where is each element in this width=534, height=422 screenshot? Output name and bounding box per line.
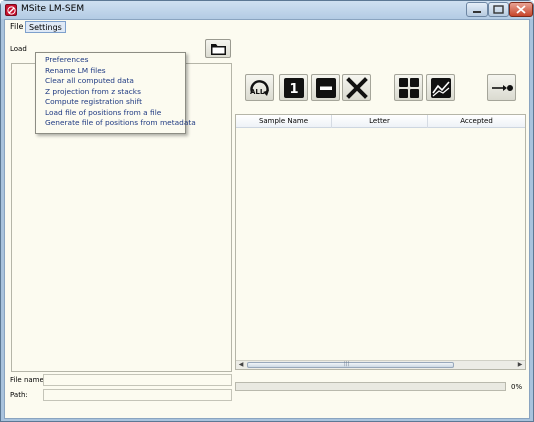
go-to-position-button[interactable]: [487, 74, 516, 101]
progress-bar: [235, 382, 506, 391]
all-icon: ALL: [250, 80, 269, 96]
settings-dropdown-menu: Preferences Rename LM files Clear all co…: [35, 52, 196, 134]
svg-text:1: 1: [289, 82, 298, 97]
scroll-right-icon[interactable]: ▶: [515, 361, 525, 369]
maximize-button[interactable]: [488, 2, 509, 17]
one-icon: 1: [284, 78, 304, 98]
path-field[interactable]: [43, 389, 232, 401]
remove-button[interactable]: [311, 74, 340, 101]
delete-button[interactable]: [342, 74, 371, 101]
file-name-field[interactable]: [43, 374, 232, 386]
grid-view-button[interactable]: [394, 74, 423, 101]
samples-table[interactable]: Sample Name Letter Accepted ◀ ||| ▶: [235, 114, 526, 370]
select-one-button[interactable]: 1: [279, 74, 308, 101]
column-accepted[interactable]: Accepted: [428, 115, 525, 128]
menu-item-clear-computed-data[interactable]: Clear all computed data: [36, 76, 185, 87]
menu-bar: File Settings: [5, 20, 529, 34]
load-label: Load: [10, 45, 27, 53]
scroll-left-icon[interactable]: ◀: [236, 361, 246, 369]
folder-icon: [211, 44, 226, 55]
menu-item-z-projection[interactable]: Z projection from z stacks: [36, 87, 185, 98]
horizontal-scrollbar[interactable]: ◀ ||| ▶: [236, 360, 525, 369]
close-button[interactable]: [509, 2, 533, 17]
menu-item-rename-lm-files[interactable]: Rename LM files: [36, 66, 185, 77]
menu-item-load-positions[interactable]: Load file of positions from a file: [36, 108, 185, 119]
scroll-grip-icon: |||: [344, 361, 350, 367]
column-sample-name[interactable]: Sample Name: [236, 115, 332, 128]
menu-file[interactable]: File: [7, 21, 26, 33]
menu-item-registration-shift[interactable]: Compute registration shift: [36, 97, 185, 108]
open-folder-button[interactable]: [205, 39, 231, 58]
select-all-button[interactable]: ALL: [245, 74, 274, 101]
menu-settings[interactable]: Settings: [25, 21, 66, 33]
cross-icon: [346, 77, 368, 99]
table-header: Sample Name Letter Accepted: [236, 115, 525, 128]
menu-item-generate-positions[interactable]: Generate file of positions from metadata: [36, 118, 196, 129]
grid-icon: [399, 78, 419, 98]
client-area: File Settings Load ALL 1 Sample Name Let…: [4, 19, 530, 419]
window-title: MSite LM-SEM: [21, 4, 85, 14]
minus-icon: [316, 78, 336, 98]
scrollbar-thumb[interactable]: |||: [247, 361, 454, 368]
menu-item-preferences[interactable]: Preferences: [36, 55, 185, 66]
file-name-label: File name:: [10, 376, 47, 384]
title-bar[interactable]: MSite LM-SEM: [1, 1, 533, 19]
app-window: MSite LM-SEM File Settings Load ALL 1 Sa…: [0, 0, 534, 422]
column-letter[interactable]: Letter: [332, 115, 428, 128]
progress-percent: 0%: [511, 383, 523, 391]
chart-icon: [431, 78, 451, 98]
minimize-button[interactable]: [466, 2, 488, 17]
arrow-point-icon: [492, 85, 513, 91]
svg-text:ALL: ALL: [250, 88, 265, 96]
path-label: Path:: [10, 391, 28, 399]
app-logo-icon: [5, 4, 17, 16]
chart-view-button[interactable]: [426, 74, 455, 101]
